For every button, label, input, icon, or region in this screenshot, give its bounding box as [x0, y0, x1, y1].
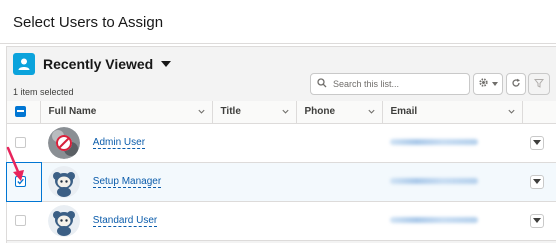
search-box[interactable] — [310, 73, 470, 95]
column-label: Full Name — [48, 106, 97, 118]
title-cell — [212, 162, 296, 202]
row-checkbox[interactable] — [15, 214, 26, 226]
list-view-panel: Recently Viewed 1 item selected Search t… — [6, 46, 556, 243]
column-header-full-name[interactable]: Full Name — [40, 101, 213, 124]
refresh-icon — [511, 75, 521, 93]
table-row[interactable]: Standard User — [7, 201, 556, 241]
column-label: Phone — [304, 106, 336, 118]
chevron-down-icon[interactable] — [367, 107, 376, 119]
filter-icon — [533, 75, 545, 93]
chevron-down-icon — [533, 179, 541, 184]
chevron-down-icon[interactable] — [197, 107, 206, 119]
select-all-checkbox[interactable] — [15, 106, 26, 118]
user-name-link[interactable]: Standard User — [92, 215, 158, 227]
list-view-icon — [13, 53, 35, 75]
column-header-phone[interactable]: Phone — [296, 101, 383, 124]
astro-avatar — [48, 165, 80, 198]
annotation-arrow-icon — [6, 146, 24, 181]
row-action-button[interactable] — [530, 135, 544, 150]
modal-header: Select Users to Assign — [0, 0, 556, 44]
row-action-cell[interactable] — [522, 162, 556, 202]
phone-cell — [296, 162, 382, 202]
full-name-cell: Standard User — [40, 201, 212, 241]
column-header-email[interactable]: Email — [382, 101, 523, 124]
title-cell — [212, 201, 296, 241]
table-row[interactable]: Setup Manager — [7, 162, 556, 202]
redacted-email — [390, 178, 478, 185]
chevron-down-icon[interactable] — [281, 107, 290, 119]
list-view-chevron-down-icon[interactable] — [161, 61, 172, 67]
chevron-down-icon[interactable] — [507, 107, 516, 119]
column-label: Email — [390, 106, 418, 118]
column-label: Title — [220, 106, 241, 118]
full-name-cell: Admin User — [40, 123, 212, 163]
select-all-cell[interactable] — [7, 101, 41, 124]
gear-icon — [478, 75, 489, 93]
user-name-link[interactable]: Setup Manager — [92, 176, 162, 188]
admin-avatar — [48, 126, 80, 159]
refresh-button[interactable] — [506, 73, 526, 95]
redacted-email — [390, 139, 478, 146]
column-header-actions — [522, 101, 556, 124]
chevron-down-icon — [533, 218, 541, 223]
phone-cell — [296, 123, 382, 163]
redacted-email — [390, 217, 478, 224]
list-settings-button[interactable] — [473, 73, 503, 95]
row-action-cell[interactable] — [522, 123, 556, 163]
email-cell — [382, 123, 522, 163]
row-select-cell[interactable] — [7, 201, 40, 241]
column-header-title[interactable]: Title — [212, 101, 297, 124]
gear-chevron-down-icon — [492, 82, 498, 86]
search-input[interactable] — [333, 79, 463, 89]
row-action-button[interactable] — [530, 174, 544, 189]
user-name-link[interactable]: Admin User — [92, 137, 146, 149]
select-users-modal: Select Users to Assign Recently Viewed 1… — [0, 0, 556, 243]
email-cell — [382, 201, 522, 241]
search-icon — [317, 75, 327, 93]
table-header-row: Full Name Title Phone Email — [7, 101, 556, 124]
selected-count: 1 item selected — [13, 87, 74, 97]
modal-title: Select Users to Assign — [13, 14, 164, 31]
table-row[interactable]: Admin User — [7, 123, 556, 163]
users-table: Full Name Title Phone Email Admin User S… — [7, 101, 556, 241]
email-cell — [382, 162, 522, 202]
astro-avatar — [48, 204, 80, 237]
full-name-cell: Setup Manager — [40, 162, 212, 202]
chevron-down-icon — [533, 140, 541, 145]
list-view-header[interactable]: Recently Viewed — [13, 53, 172, 75]
phone-cell — [296, 201, 382, 241]
row-action-button[interactable] — [530, 213, 544, 228]
title-cell — [212, 123, 296, 163]
filter-button[interactable] — [528, 73, 550, 95]
list-view-title[interactable]: Recently Viewed — [43, 56, 153, 72]
row-action-cell[interactable] — [522, 201, 556, 241]
